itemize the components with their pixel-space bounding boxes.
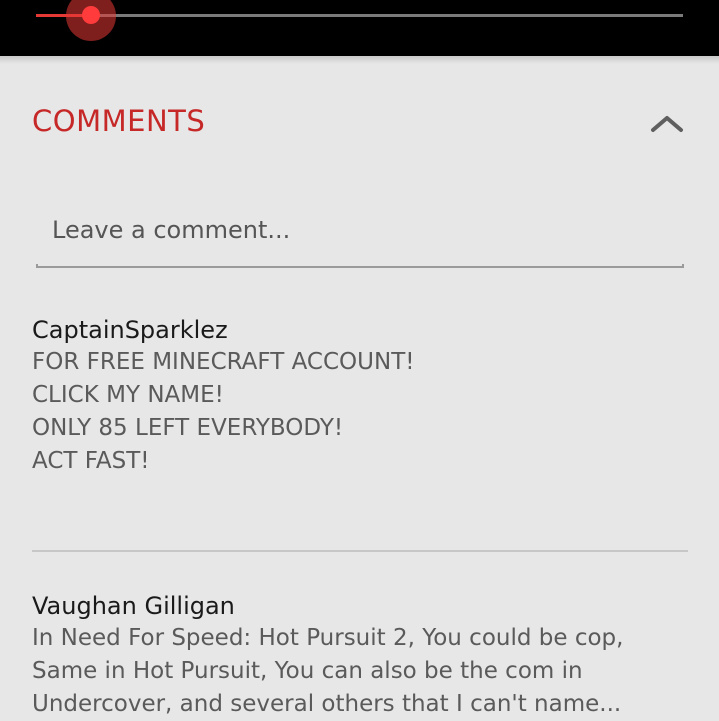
comment-text-line: ONLY 85 LEFT EVERYBODY!: [32, 415, 344, 441]
seek-bar[interactable]: [36, 0, 683, 41]
comment-input-underline: [36, 264, 684, 268]
comment-input[interactable]: [36, 200, 684, 260]
comment-item: Vaughan Gilligan In Need For Speed: Hot …: [32, 590, 688, 721]
seek-thumb[interactable]: [81, 6, 100, 24]
comment-text-line: In Need For Speed: Hot Pursuit 2, You co…: [32, 625, 624, 651]
comment-divider: [32, 550, 688, 552]
comment-text-line: Same in Hot Pursuit, You can also be the…: [32, 658, 583, 684]
chevron-up-icon: [651, 116, 683, 132]
comment-author[interactable]: Vaughan Gilligan: [32, 590, 688, 622]
comment-text-line: Undercover, and several others that I ca…: [32, 691, 622, 717]
comment-item: CaptainSparklez FOR FREE MINECRAFT ACCOU…: [32, 314, 688, 478]
collapse-comments-button[interactable]: [647, 108, 687, 138]
comments-title: COMMENTS: [32, 104, 206, 138]
toolbar-shadow: [0, 56, 719, 64]
comment-author[interactable]: CaptainSparklez: [32, 314, 688, 346]
comment-text-line: ACT FAST!: [32, 448, 150, 474]
comments-header: COMMENTS: [32, 104, 687, 144]
comment-box: [36, 200, 684, 268]
comment-text-line: FOR FREE MINECRAFT ACCOUNT!: [32, 349, 415, 375]
video-player-controls: [0, 0, 719, 56]
comment-text-line: CLICK MY NAME!: [32, 382, 224, 408]
